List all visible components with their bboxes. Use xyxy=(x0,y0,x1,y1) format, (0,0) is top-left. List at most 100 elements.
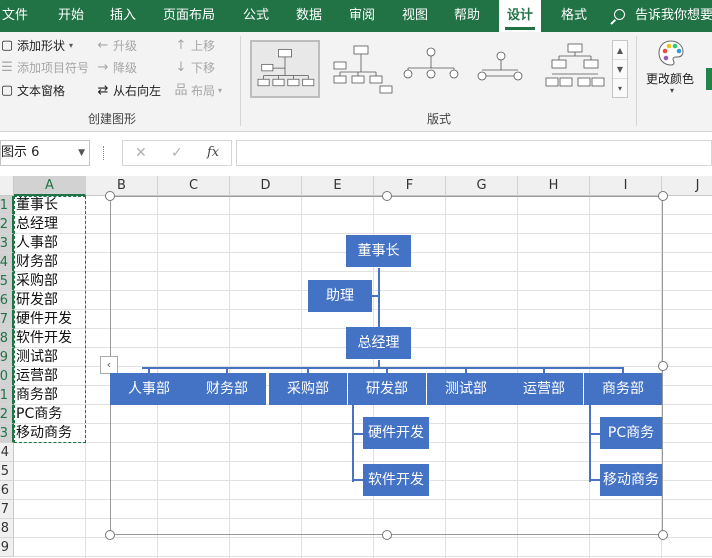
horizontal-hierarchy-layout-icon xyxy=(477,51,523,81)
palette-icon[interactable] xyxy=(656,38,686,68)
resize-handle[interactable] xyxy=(658,530,668,540)
org-node-chairman[interactable]: 董事长 xyxy=(346,235,411,267)
column-header-b[interactable]: B xyxy=(86,176,158,196)
column-header-i[interactable]: I xyxy=(590,176,662,196)
column-header-c[interactable]: C xyxy=(158,176,230,196)
layout-org-chart[interactable] xyxy=(250,40,320,98)
ribbon-tab-5[interactable]: 公式 xyxy=(243,0,269,32)
row-header-17[interactable]: 17 xyxy=(0,500,14,519)
row-header-6[interactable]: 6 xyxy=(0,291,14,310)
row-header-14[interactable]: 14 xyxy=(0,443,14,462)
add-bullet-button[interactable]: ☰ 添加项目符号 xyxy=(0,58,89,78)
ribbon-design: ▢ 添加形状 ▾ ☰ 添加项目符号 ▢ 文本窗格 ← 升级 → 降级 ⇄ 从右向… xyxy=(0,32,712,132)
resize-handle[interactable] xyxy=(381,530,392,540)
add-shape-button[interactable]: ▢ 添加形状 ▾ xyxy=(0,36,73,56)
formula-bar: 图示 6 ▼ ✕ ✓ fx xyxy=(0,132,712,176)
org-node-pc-business[interactable]: PC商务 xyxy=(600,417,662,449)
move-down-button[interactable]: ↓ 下移 xyxy=(174,58,215,78)
resize-handle[interactable] xyxy=(658,191,668,201)
insert-function-icon[interactable]: fx xyxy=(207,141,219,165)
text-pane-button[interactable]: ▢ 文本窗格 xyxy=(0,81,65,101)
row-header-8[interactable]: 8 xyxy=(0,329,14,348)
org-node-dept-5[interactable]: 测试部 xyxy=(427,373,505,405)
move-up-button[interactable]: ↑ 上移 xyxy=(174,36,215,56)
style-swatch[interactable] xyxy=(706,68,712,90)
gallery-more-icon[interactable]: ▾ xyxy=(613,79,627,98)
connector-line xyxy=(352,402,354,482)
column-header-g[interactable]: G xyxy=(446,176,518,196)
org-node-dept-2[interactable]: 财务部 xyxy=(188,373,266,405)
org-node-dept-4[interactable]: 研发部 xyxy=(348,373,426,405)
row-header-19[interactable]: 19 xyxy=(0,538,14,557)
org-node-hardware[interactable]: 硬件开发 xyxy=(363,417,429,449)
org-node-dept-1[interactable]: 人事部 xyxy=(110,373,188,405)
org-node-mobile-business[interactable]: 移动商务 xyxy=(600,464,662,496)
create-graphic-group-label: 创建图形 xyxy=(88,112,137,126)
layout-button[interactable]: 品 布局 ▾ xyxy=(174,81,222,101)
table-hierarchy-layout-icon xyxy=(545,43,605,87)
row-header-16[interactable]: 16 xyxy=(0,481,14,500)
ribbon-tab-4[interactable]: 页面布局 xyxy=(163,0,215,32)
column-header-j[interactable]: J xyxy=(662,176,712,196)
scroll-down-icon[interactable]: ▼ xyxy=(613,60,627,79)
chevron-down-icon[interactable]: ▼ xyxy=(78,141,85,165)
org-node-software[interactable]: 软件开发 xyxy=(363,464,429,496)
promote-button[interactable]: ← 升级 xyxy=(96,36,137,56)
resize-handle[interactable] xyxy=(381,191,392,201)
row-header-5[interactable]: 5 xyxy=(0,272,14,291)
ribbon-tab-11[interactable]: 格式 xyxy=(561,0,587,32)
tell-me-search[interactable]: 告诉我你想要 xyxy=(614,0,712,32)
scroll-up-icon[interactable]: ▲ xyxy=(613,41,627,60)
org-node-dept-7[interactable]: 商务部 xyxy=(584,373,662,405)
layout-name-title[interactable] xyxy=(326,40,396,98)
resize-handle[interactable] xyxy=(105,191,115,201)
dropdown-arrow-icon[interactable]: ▾ xyxy=(670,86,674,95)
org-node-assistant[interactable]: 助理 xyxy=(308,280,372,312)
row-header-3[interactable]: 3 xyxy=(0,234,14,253)
column-header-d[interactable]: D xyxy=(230,176,302,196)
right-to-left-button[interactable]: ⇄ 从右向左 xyxy=(96,81,161,101)
row-header-13[interactable]: 13 xyxy=(0,424,14,443)
name-box[interactable]: 图示 6 ▼ xyxy=(0,140,90,166)
ribbon-tab-1[interactable]: 文件 xyxy=(2,0,28,32)
column-header-h[interactable]: H xyxy=(518,176,590,196)
row-header-4[interactable]: 4 xyxy=(0,253,14,272)
ribbon-tab-2[interactable]: 开始 xyxy=(58,0,84,32)
ribbon-tab-3[interactable]: 插入 xyxy=(110,0,136,32)
worksheet-grid[interactable]: ABCDEFGHIJ12345678910111213141516171819董… xyxy=(0,176,712,558)
row-header-7[interactable]: 7 xyxy=(0,310,14,329)
demote-button[interactable]: → 降级 xyxy=(96,58,137,78)
ribbon-tab-7[interactable]: 审阅 xyxy=(349,0,375,32)
row-header-15[interactable]: 15 xyxy=(0,462,14,481)
formula-bar-grip xyxy=(103,146,106,160)
ribbon-tab-9[interactable]: 帮助 xyxy=(454,0,480,32)
org-node-dept-3[interactable]: 采购部 xyxy=(269,373,347,405)
resize-handle[interactable] xyxy=(658,360,668,371)
row-header-18[interactable]: 18 xyxy=(0,519,14,538)
row-header-1[interactable]: 1 xyxy=(0,196,14,215)
layout-table-hierarchy[interactable] xyxy=(540,40,610,98)
formula-input[interactable] xyxy=(236,140,712,166)
change-colors-button[interactable]: 更改颜色 xyxy=(646,70,694,87)
row-header-12[interactable]: 12 xyxy=(0,405,14,424)
column-header-a[interactable]: A xyxy=(14,176,86,196)
row-header-9[interactable]: 9 xyxy=(0,348,14,367)
dropdown-arrow-icon: ▾ xyxy=(218,86,223,95)
layout-horizontal-hierarchy[interactable] xyxy=(466,40,536,98)
ribbon-tab-6[interactable]: 数据 xyxy=(296,0,322,32)
layout-circle-hierarchy[interactable] xyxy=(396,40,466,98)
cancel-icon[interactable]: ✕ xyxy=(135,141,147,165)
text-pane-toggle-icon[interactable]: ‹ xyxy=(100,356,118,374)
row-header-11[interactable]: 11 xyxy=(0,386,14,405)
org-node-dept-6[interactable]: 运营部 xyxy=(505,373,583,405)
row-header-2[interactable]: 2 xyxy=(0,215,14,234)
column-header-e[interactable]: E xyxy=(302,176,374,196)
enter-icon[interactable]: ✓ xyxy=(171,141,183,165)
row-header-10[interactable]: 10 xyxy=(0,367,14,386)
resize-handle[interactable] xyxy=(105,530,115,540)
select-all-corner[interactable] xyxy=(0,176,14,196)
layout-gallery-scroll[interactable]: ▲ ▼ ▾ xyxy=(612,40,628,98)
ribbon-tab-8[interactable]: 视图 xyxy=(402,0,428,32)
org-node-manager[interactable]: 总经理 xyxy=(346,327,411,359)
ribbon-tab-10[interactable]: 设计 xyxy=(499,0,542,32)
